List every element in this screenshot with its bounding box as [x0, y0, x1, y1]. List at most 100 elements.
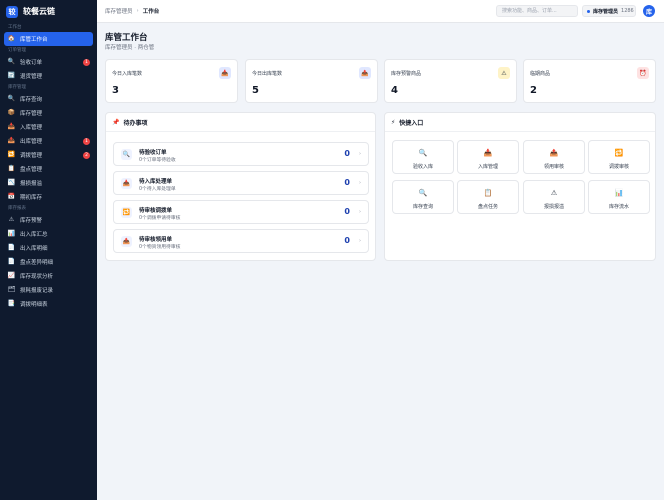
sidebar-item-inventory-query[interactable]: 🔍 库存查询 — [0, 92, 97, 106]
panel-header: ⚡ 快捷入口 — [385, 113, 655, 132]
todo-count: 0 — [344, 178, 350, 187]
warning-icon: ⚠ — [550, 189, 558, 197]
todo-count: 0 — [344, 236, 350, 245]
sidebar-item-label: 损耗报废记录 — [20, 288, 54, 294]
sidebar-item-returns[interactable]: 🔄 退货管理 — [0, 69, 97, 83]
stat-card-inbound: 今日入库笔数 3 📥 — [105, 59, 238, 103]
quick-entry-requisition[interactable]: 📤 领用审核 — [523, 140, 585, 174]
clipboard-icon: 📋 — [7, 165, 16, 172]
todo-subtitle: 0个调拨申请待审核 — [139, 216, 181, 221]
quick-entry-receive[interactable]: 🔍 验收入库 — [392, 140, 454, 174]
stat-label: 今日出库笔数 — [252, 71, 283, 77]
sidebar-item-transfer[interactable]: 🔁 调拨管理 2 — [0, 148, 97, 162]
todo-count: 0 — [344, 149, 350, 158]
outbound-icon: 📤 — [7, 137, 16, 144]
sidebar-item-label: 入库管理 — [20, 125, 43, 131]
quick-entry-label: 领用审核 — [543, 164, 564, 170]
todo-item-transfer[interactable]: 🔁 待审核调拨单 0个调拨申请待审核 0 › — [113, 200, 369, 224]
chevron-right-icon: › — [359, 238, 361, 244]
sidebar-item-io-summary[interactable]: 📊 出入库汇总 — [0, 227, 97, 241]
quick-entry-inbound[interactable]: 📥 入库管理 — [457, 140, 519, 174]
chevron-right-icon: › — [359, 209, 361, 215]
inbound-icon: 📥 — [7, 123, 16, 130]
quick-entry-label: 入库管理 — [477, 164, 498, 170]
sidebar-item-label: 库存查询 — [20, 97, 43, 103]
todo-subtitle: 0个订单等待验收 — [139, 158, 176, 163]
todo-item-inbound[interactable]: 📥 待入库处理单 0个待入库处理单 0 › — [113, 171, 369, 195]
count-badge: 2 — [83, 151, 90, 159]
stat-label: 库存预警商品 — [391, 71, 422, 77]
stat-value: 3 — [112, 85, 119, 96]
sidebar-item-label: 调拨明细表 — [20, 302, 48, 308]
transfer-icon: 🔁 — [121, 207, 132, 218]
quick-entry-label: 库存流水 — [608, 204, 629, 210]
sidebar-item-stock-analysis[interactable]: 📈 库存现状分析 — [0, 269, 97, 283]
sidebar-item-label: 出库管理 — [20, 139, 43, 145]
sidebar-item-loss-report[interactable]: 📉 报损报溢 — [0, 176, 97, 190]
clipboard-icon: 📋 — [483, 189, 493, 197]
section-label: 工作台 — [8, 25, 22, 30]
search-input[interactable]: 搜索功能、商品、订单... — [496, 5, 578, 17]
sidebar-item-label: 库存现状分析 — [20, 274, 54, 280]
quick-entry-loss-report[interactable]: ⚠ 报损报溢 — [523, 180, 585, 214]
section-label: 库存报表 — [8, 206, 26, 211]
quick-entry-inventory-query[interactable]: 🔍 库存查询 — [392, 180, 454, 214]
quick-entry-label: 验收入库 — [412, 164, 433, 170]
section-label: 库存管理 — [8, 85, 26, 90]
avatar[interactable]: 库 — [643, 5, 655, 17]
quick-entry-transfer[interactable]: 🔁 调拨审核 — [588, 140, 650, 174]
sidebar-item-scrap-records[interactable]: 🗂 损耗报废记录 — [0, 283, 97, 297]
sidebar-item-stocktake-diff[interactable]: 📄 盘点差异明细 — [0, 255, 97, 269]
outbound-icon: 📤 — [549, 149, 559, 157]
transfer-icon: 🔁 — [614, 149, 624, 157]
sidebar-item-label: 退货管理 — [20, 74, 43, 80]
todo-item-receive[interactable]: 🔍 待验收订单 0个订单等待验收 0 › — [113, 142, 369, 166]
role-selector[interactable]: 库存管理员 1286 — [582, 5, 636, 17]
sidebar-item-outbound[interactable]: 📤 出库管理 1 — [0, 134, 97, 148]
sidebar-item-stocktake[interactable]: 📋 盘点管理 — [0, 162, 97, 176]
sidebar-item-dashboard[interactable]: 🏠 库管工作台 — [4, 32, 93, 46]
sidebar-item-io-detail[interactable]: 📄 出入库明细 — [0, 241, 97, 255]
sidebar-item-inventory[interactable]: 📦 库存管理 — [0, 106, 97, 120]
topbar: 库存管理员 › 工作台 搜索功能、商品、订单... 库存管理员 1286 库 — [97, 0, 664, 23]
todo-item-requisition[interactable]: 📤 待审核领用单 0个物资领用待审核 0 › — [113, 229, 369, 253]
sidebar-item-label: 期初库存 — [20, 195, 43, 201]
stat-label: 临期商品 — [530, 71, 551, 77]
quick-entry-stocktake[interactable]: 📋 盘点任务 — [457, 180, 519, 214]
stat-label: 今日入库笔数 — [112, 71, 143, 77]
warning-icon: ⚠ — [498, 67, 510, 79]
quick-entry-label: 库存查询 — [412, 204, 433, 210]
sidebar-item-stock-alert[interactable]: ⚠ 库存预警 — [0, 213, 97, 227]
brand: 较 较餐云链 — [0, 0, 97, 23]
sidebar-item-label: 出入库汇总 — [20, 232, 48, 238]
stat-value: 5 — [252, 85, 259, 96]
breadcrumb: 库存管理员 › 工作台 — [105, 7, 159, 15]
home-icon: 🏠 — [7, 35, 16, 42]
sidebar-item-label: 库存预警 — [20, 218, 43, 224]
breadcrumb-current: 工作台 — [142, 9, 160, 15]
sidebar-item-label: 出入库明细 — [20, 246, 48, 252]
sidebar-item-receive-orders[interactable]: 🔍 验收订单 1 — [0, 55, 97, 69]
quick-entry-stock-flow[interactable]: 📊 库存流水 — [588, 180, 650, 214]
panel-title: 快捷入口 — [399, 119, 424, 127]
status-dot — [587, 9, 590, 13]
search-icon: 🔍 — [121, 149, 132, 160]
role-id: 1286 — [621, 8, 634, 14]
chart-icon: 📊 — [614, 189, 624, 197]
page-subtitle: 库存管理员 · 两仓管 — [105, 45, 155, 51]
panel-title: 待办事项 — [123, 119, 148, 127]
sidebar-item-opening-stock[interactable]: 📅 期初库存 — [0, 190, 97, 204]
breadcrumb-separator: › — [136, 8, 139, 14]
search-icon: 🔍 — [418, 189, 428, 197]
inbound-icon: 📥 — [121, 178, 132, 189]
todo-title: 待验收订单 — [139, 150, 167, 156]
sidebar-item-transfer-detail[interactable]: 📑 调拨明细表 — [0, 297, 97, 311]
sidebar-item-label: 盘点差异明细 — [20, 260, 54, 266]
transfer-icon: 🔁 — [7, 151, 16, 158]
todo-title: 待入库处理单 — [139, 179, 173, 185]
breadcrumb-parent[interactable]: 库存管理员 — [105, 7, 133, 15]
panel-header: 📌 待办事项 — [106, 113, 375, 132]
sidebar-item-inbound[interactable]: 📥 入库管理 — [0, 120, 97, 134]
sidebar-item-label: 盘点管理 — [20, 167, 43, 173]
sidebar-item-label: 验收订单 — [20, 60, 43, 66]
